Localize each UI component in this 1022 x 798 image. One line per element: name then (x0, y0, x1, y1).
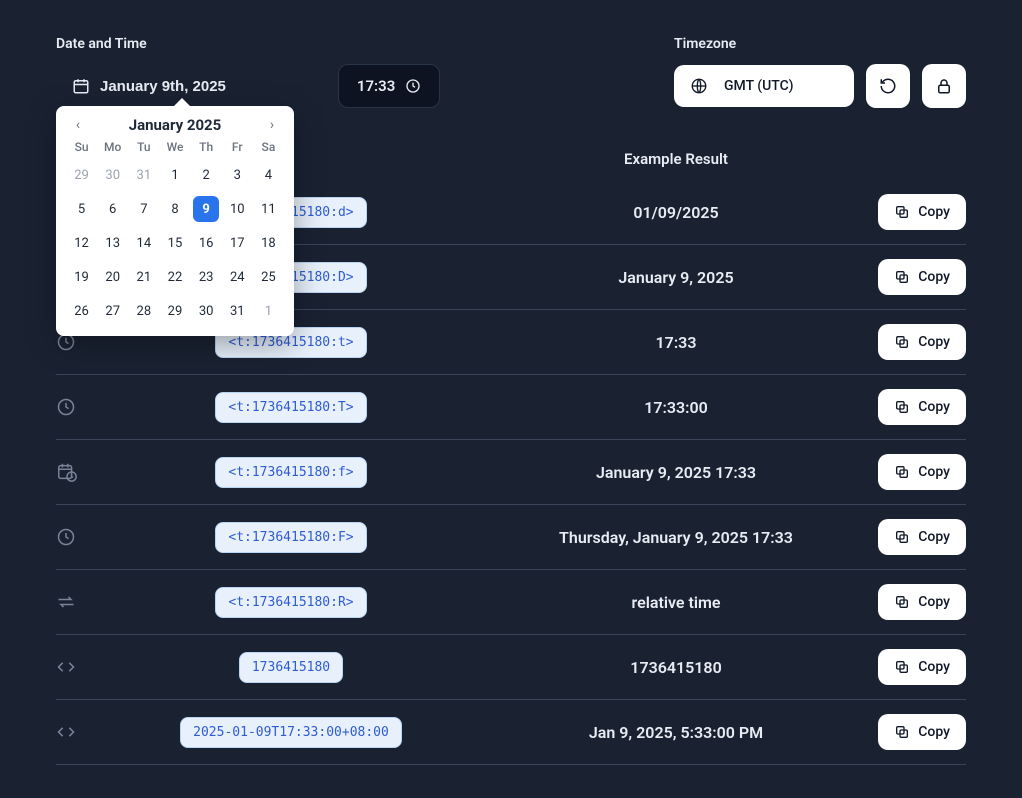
timezone-select[interactable]: GMT (UTC) (674, 65, 854, 107)
table-row: 1736415180 1736415180 Copy (56, 635, 966, 700)
calendar-dow: Tu (137, 140, 151, 154)
calendar-day[interactable]: 21 (131, 264, 157, 290)
calendar-title: January 2025 (129, 116, 222, 134)
syntax-code[interactable]: <t:1736415180:f> (215, 457, 366, 488)
clock-icon (56, 397, 96, 417)
calendar-day[interactable]: 10 (224, 196, 250, 222)
calendar-day[interactable]: 30 (193, 298, 219, 324)
calendar-icon (72, 77, 90, 95)
calendar-day[interactable]: 16 (193, 230, 219, 256)
calendar-day[interactable]: 15 (162, 230, 188, 256)
calendar-day[interactable]: 18 (255, 230, 281, 256)
code-icon (56, 722, 96, 742)
calendar-day[interactable]: 12 (69, 230, 95, 256)
syntax-code[interactable]: <t:1736415180:F> (215, 522, 366, 553)
syntax-code[interactable]: 2025-01-09T17:33:00+08:00 (180, 717, 402, 748)
calendar-dow: We (167, 140, 184, 154)
table-row: <t:1736415180:f> January 9, 2025 17:33 Cop… (56, 440, 966, 505)
lock-icon (935, 77, 953, 95)
syntax-code[interactable]: 1736415180 (239, 652, 343, 683)
table-row: <t:1736415180:F> Thursday, January 9, 202… (56, 505, 966, 570)
calendar-day[interactable]: 19 (69, 264, 95, 290)
calendar-popover: ‹ January 2025 › SuMoTuWeThFrSa293031123… (56, 106, 294, 336)
example-result: 1736415180 (486, 658, 866, 677)
calendar-dow: Mo (104, 140, 121, 154)
copy-button[interactable]: Copy (878, 259, 966, 295)
calendar-day[interactable]: 30 (100, 162, 126, 188)
calendar-day[interactable]: 1 (255, 298, 281, 324)
calendar-day[interactable]: 5 (69, 196, 95, 222)
table-row: 2025-01-09T17:33:00+08:00 Jan 9, 2025, 5:… (56, 700, 966, 765)
calendar-day[interactable]: 20 (100, 264, 126, 290)
calendar-day[interactable]: 3 (224, 162, 250, 188)
calendar-day[interactable]: 14 (131, 230, 157, 256)
calendar-day[interactable]: 1 (162, 162, 188, 188)
calendar-day[interactable]: 25 (255, 264, 281, 290)
time-picker-button[interactable]: 17:33 (338, 64, 440, 108)
selected-time: 17:33 (357, 77, 395, 95)
copy-button[interactable]: Copy (878, 714, 966, 750)
date-picker-button[interactable]: January 9th, 2025 (56, 67, 242, 105)
clock-icon (56, 527, 96, 547)
clock-icon (405, 78, 421, 94)
calendar-day[interactable]: 23 (193, 264, 219, 290)
selected-date: January 9th, 2025 (100, 78, 226, 95)
calendar-day[interactable]: 4 (255, 162, 281, 188)
calendar-dow: Th (199, 140, 213, 154)
calendar-day[interactable]: 31 (131, 162, 157, 188)
copy-button[interactable]: Copy (878, 324, 966, 360)
refresh-icon (879, 77, 897, 95)
calendar-day[interactable]: 31 (224, 298, 250, 324)
example-result: Jan 9, 2025, 5:33:00 PM (486, 723, 866, 742)
calendar-day[interactable]: 22 (162, 264, 188, 290)
calclock-icon (56, 461, 96, 483)
calendar-day[interactable]: 2 (193, 162, 219, 188)
code-icon (56, 657, 96, 677)
calendar-day[interactable]: 9 (193, 196, 219, 222)
calendar-day[interactable]: 28 (131, 298, 157, 324)
copy-button[interactable]: Copy (878, 194, 966, 230)
example-result: January 9, 2025 17:33 (486, 463, 866, 482)
calendar-day[interactable]: 6 (100, 196, 126, 222)
example-result: January 9, 2025 (486, 268, 866, 287)
example-result: Thursday, January 9, 2025 17:33 (486, 528, 866, 547)
calendar-day[interactable]: 17 (224, 230, 250, 256)
lock-button[interactable] (922, 64, 966, 108)
calendar-day[interactable]: 27 (100, 298, 126, 324)
timezone-label: Timezone (674, 36, 966, 52)
calendar-dow: Su (75, 140, 89, 154)
reset-button[interactable] (866, 64, 910, 108)
syntax-code[interactable]: <t:1736415180:R> (215, 587, 366, 618)
calendar-day[interactable]: 7 (131, 196, 157, 222)
calendar-day[interactable]: 29 (162, 298, 188, 324)
arrows-icon (56, 592, 96, 612)
copy-button[interactable]: Copy (878, 584, 966, 620)
table-row: <t:1736415180:T> 17:33:00 Copy (56, 375, 966, 440)
date-time-label: Date and Time (56, 36, 642, 52)
calendar-prev-month[interactable]: ‹ (68, 117, 88, 133)
example-header: Example Result (486, 150, 866, 168)
example-result: 17:33 (486, 333, 866, 352)
copy-button[interactable]: Copy (878, 519, 966, 555)
syntax-code[interactable]: <t:1736415180:T> (215, 392, 366, 423)
table-row: <t:1736415180:R> relative time Copy (56, 570, 966, 635)
timezone-value: GMT (UTC) (724, 78, 793, 94)
copy-button[interactable]: Copy (878, 649, 966, 685)
calendar-day[interactable]: 13 (100, 230, 126, 256)
example-result: 01/09/2025 (486, 203, 866, 222)
calendar-day[interactable]: 8 (162, 196, 188, 222)
globe-icon (690, 77, 708, 95)
copy-button[interactable]: Copy (878, 389, 966, 425)
calendar-day[interactable]: 26 (69, 298, 95, 324)
calendar-day[interactable]: 29 (69, 162, 95, 188)
calendar-day[interactable]: 24 (224, 264, 250, 290)
calendar-dow: Sa (262, 140, 276, 154)
calendar-dow: Fr (232, 140, 243, 154)
calendar-next-month[interactable]: › (262, 117, 282, 133)
copy-button[interactable]: Copy (878, 454, 966, 490)
example-result: 17:33:00 (486, 398, 866, 417)
example-result: relative time (486, 593, 866, 612)
calendar-day[interactable]: 11 (255, 196, 281, 222)
